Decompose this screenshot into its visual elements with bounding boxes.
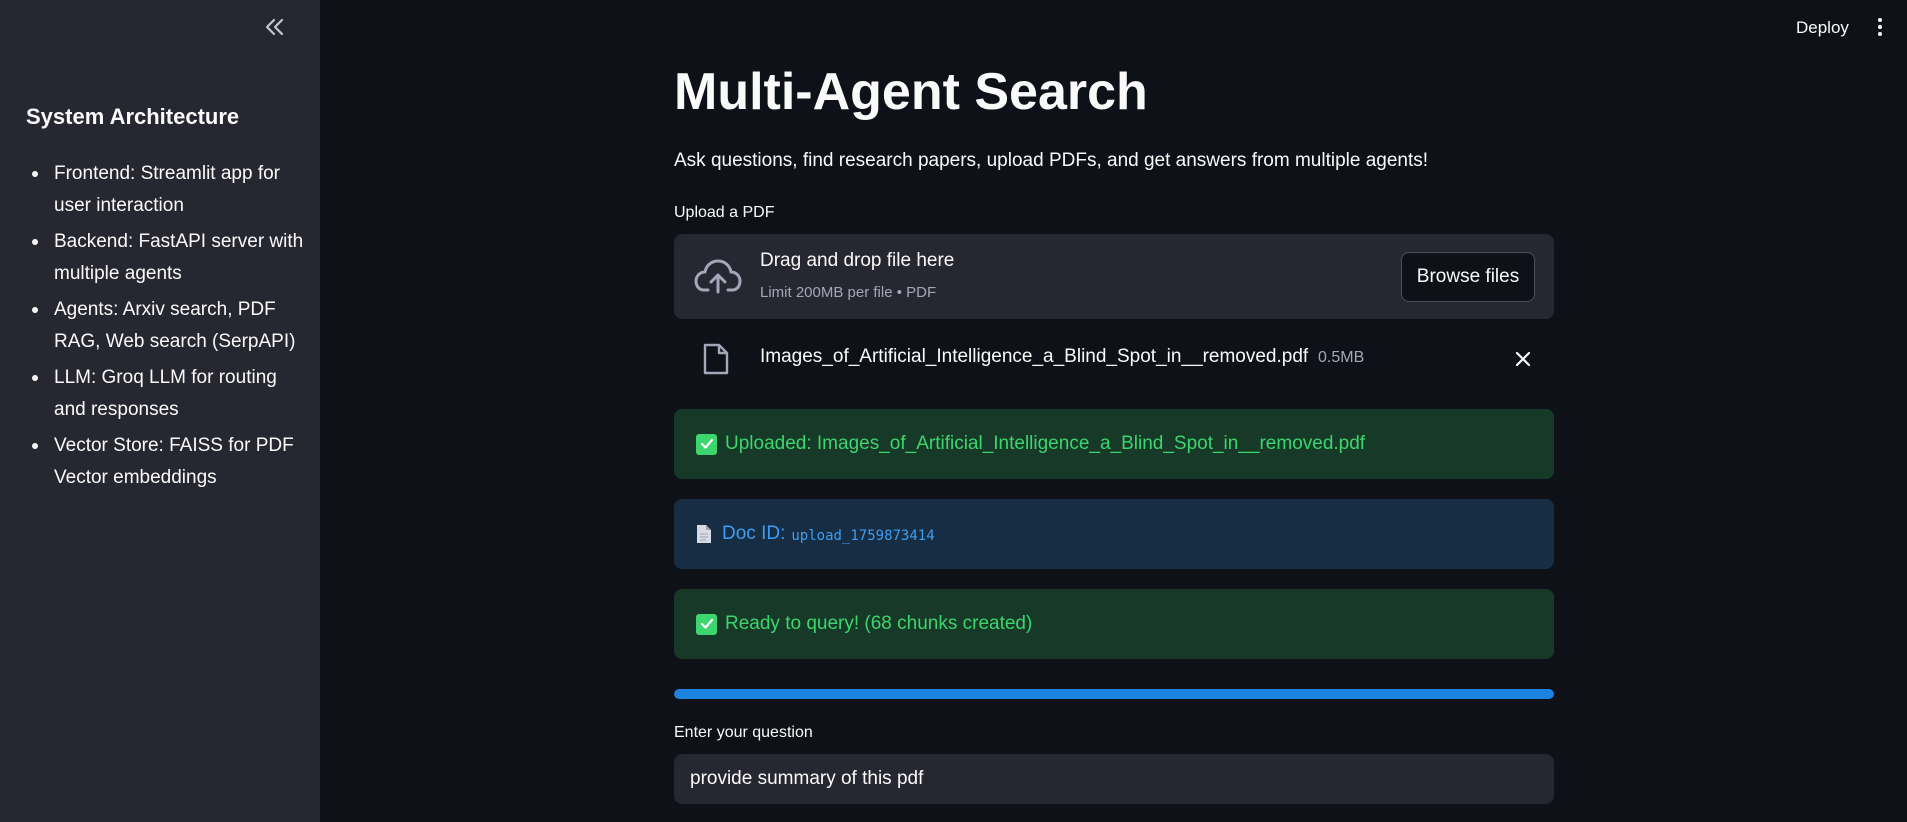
check-box-icon xyxy=(696,433,717,455)
list-item-label: LLM: Groq LLM for routing and responses xyxy=(54,367,277,420)
question-label: Enter your question xyxy=(674,724,813,741)
list-item: Frontend: Streamlit app for user interac… xyxy=(26,158,306,222)
doc-id-value: upload_1759873414 xyxy=(791,528,935,544)
list-item-label: Agents: Arxiv search, PDF RAG, Web searc… xyxy=(54,299,296,352)
list-item-label: Frontend: Streamlit app for user interac… xyxy=(54,163,280,216)
architecture-list: Frontend: Streamlit app for user interac… xyxy=(26,158,306,498)
file-size: 0.5MB xyxy=(1318,349,1365,366)
upload-label: Upload a PDF xyxy=(674,204,775,221)
ready-text: Ready to query! (68 chunks created) xyxy=(725,613,1033,634)
ready-alert: Ready to query! (68 chunks created) xyxy=(674,589,1554,659)
list-item: Backend: FastAPI server with multiple ag… xyxy=(26,226,306,290)
kebab-menu-icon[interactable] xyxy=(1872,14,1888,40)
page-subtitle: Ask questions, find research papers, upl… xyxy=(674,150,1429,171)
list-item-label: Backend: FastAPI server with multiple ag… xyxy=(54,231,304,284)
page-title: Multi-Agent Search xyxy=(674,63,1148,121)
dropzone-limit: Limit 200MB per file • PDF xyxy=(760,284,937,301)
bullet-icon xyxy=(32,443,38,449)
bullet-icon xyxy=(32,171,38,177)
list-item: Agents: Arxiv search, PDF RAG, Web searc… xyxy=(26,294,306,358)
file-dropzone[interactable]: Drag and drop file here Limit 200MB per … xyxy=(674,234,1554,319)
doc-id-label: Doc ID: xyxy=(722,523,786,544)
sidebar-title: System Architecture xyxy=(26,104,240,129)
upload-success-text: Uploaded: Images_of_Artificial_Intellige… xyxy=(725,433,1366,454)
file-name: Images_of_Artificial_Intelligence_a_Blin… xyxy=(760,346,1309,367)
progress-bar-fill xyxy=(674,689,1554,699)
question-input[interactable] xyxy=(674,754,1554,804)
progress-bar xyxy=(674,689,1554,699)
cloud-upload-icon xyxy=(694,259,742,294)
sidebar: System Architecture Frontend: Streamlit … xyxy=(0,0,320,822)
uploaded-file-row: Images_of_Artificial_Intelligence_a_Blin… xyxy=(674,336,1554,382)
deploy-button[interactable]: Deploy xyxy=(1788,14,1857,42)
upload-success-alert: Uploaded: Images_of_Artificial_Intellige… xyxy=(674,409,1554,479)
list-item: Vector Store: FAISS for PDF Vector embed… xyxy=(26,430,306,494)
document-icon xyxy=(697,525,711,543)
check-box-icon xyxy=(696,613,717,635)
bullet-icon xyxy=(32,239,38,245)
list-item-label: Vector Store: FAISS for PDF Vector embed… xyxy=(54,435,294,488)
bullet-icon xyxy=(32,375,38,381)
browse-files-button[interactable]: Browse files xyxy=(1401,252,1535,302)
list-item: LLM: Groq LLM for routing and responses xyxy=(26,362,306,426)
doc-id-alert: Doc ID: upload_1759873414 xyxy=(674,499,1554,569)
close-icon[interactable] xyxy=(1510,346,1536,372)
collapse-sidebar-icon[interactable] xyxy=(262,14,288,40)
file-icon xyxy=(703,343,729,375)
bullet-icon xyxy=(32,307,38,313)
dropzone-title: Drag and drop file here xyxy=(760,250,955,271)
